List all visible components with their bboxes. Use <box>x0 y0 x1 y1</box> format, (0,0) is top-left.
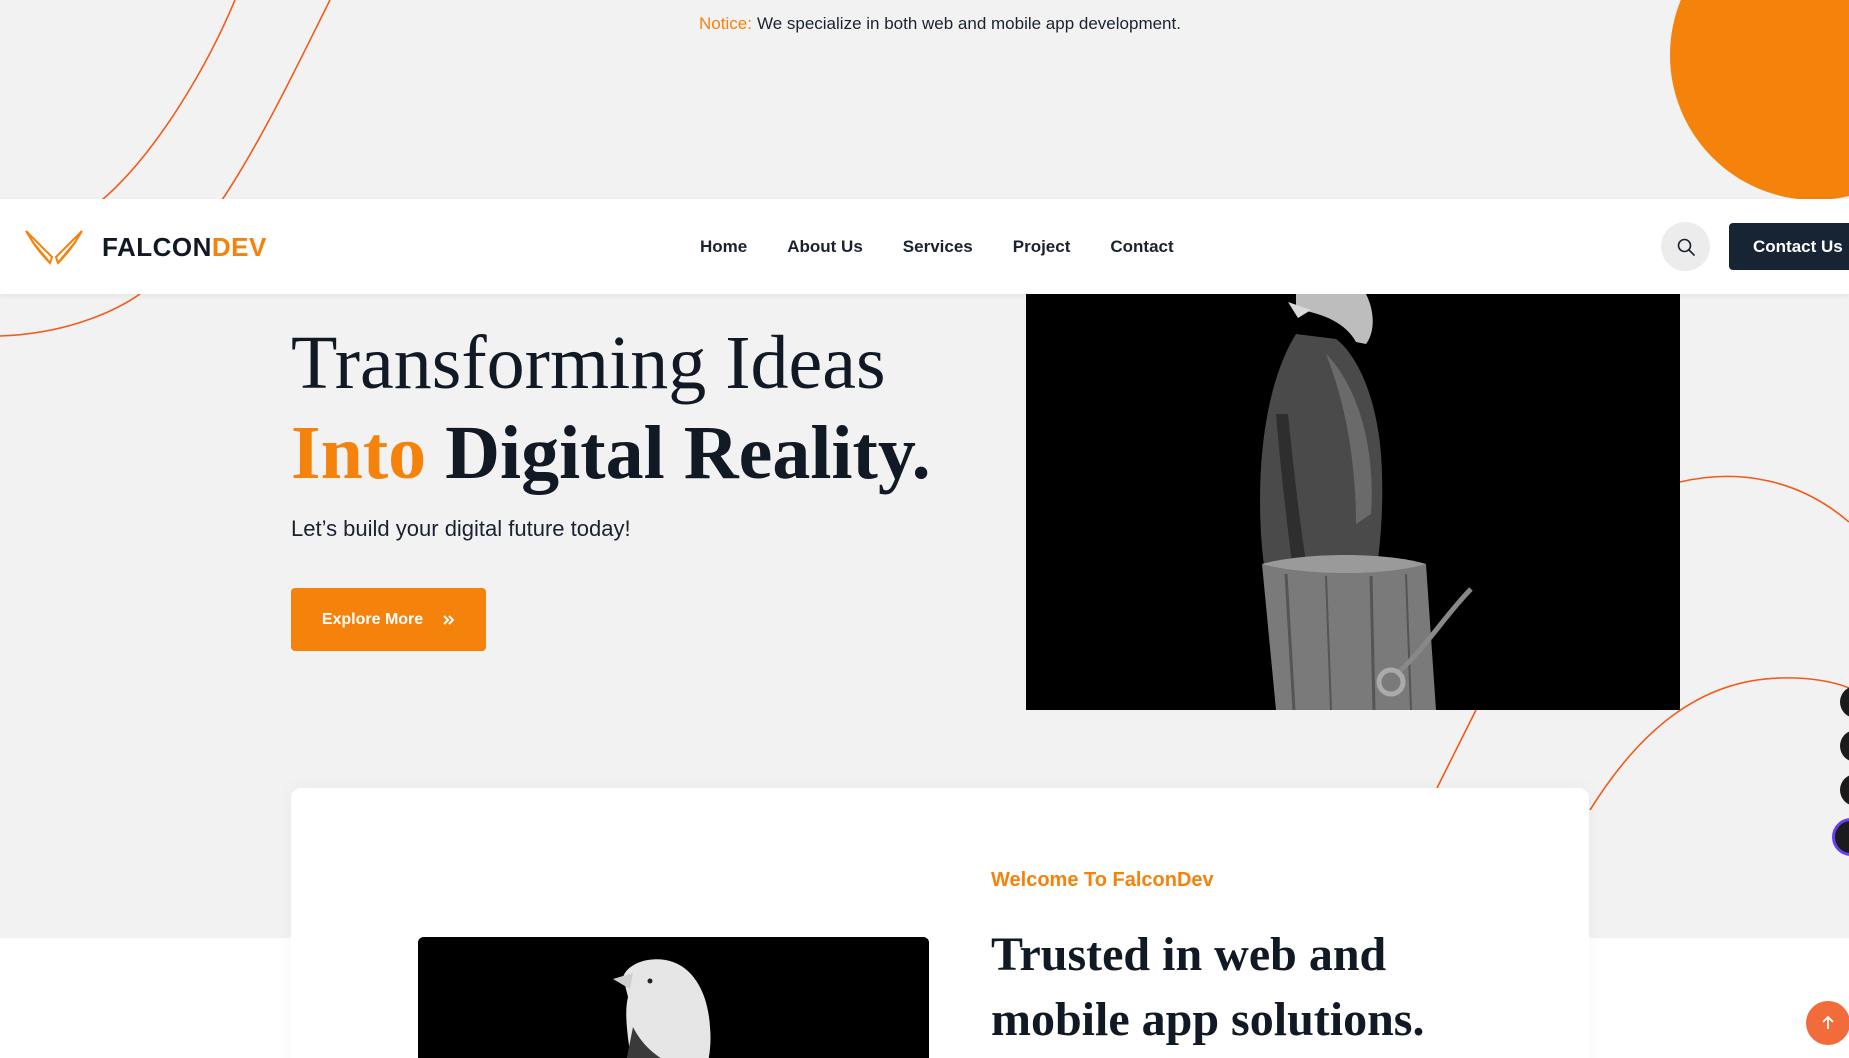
search-button[interactable] <box>1661 222 1710 271</box>
explore-more-label: Explore More <box>321 610 424 628</box>
hero-title-line2: Digital Reality. <box>445 411 931 495</box>
eagle-portrait-photo <box>418 937 929 1058</box>
logo-text-accent: DEV <box>211 231 267 262</box>
nav-menu: Home About Us Services Project Contact <box>700 199 1174 294</box>
nav-item-about-us[interactable]: About Us <box>787 237 863 257</box>
notice-text: We specialize in both web and mobile app… <box>756 14 1181 33</box>
arrow-up-icon <box>1822 1015 1834 1029</box>
hero-eagle-image <box>1026 294 1680 710</box>
floating-social-button[interactable] <box>1840 730 1849 762</box>
about-title-line2: mobile app solutions. <box>991 993 1425 1046</box>
about-title-line1: Trusted in web and <box>991 928 1387 981</box>
contact-us-button[interactable]: Contact Us <box>1729 223 1849 270</box>
page: Notice: We specialize in both web and mob… <box>0 0 1849 1058</box>
hero-title: Transforming Ideas Into Digital Reality. <box>291 318 931 498</box>
nav-item-contact[interactable]: Contact <box>1110 237 1173 257</box>
notice-label: Notice: <box>699 14 752 33</box>
double-chevron-right-icon <box>443 614 455 625</box>
about-eagle-image <box>418 937 929 1058</box>
logo-text-main: FALCON <box>102 231 212 262</box>
about-title: Trusted in web and mobile app solutions. <box>991 922 1424 1052</box>
explore-more-button[interactable]: Explore More <box>291 588 486 651</box>
search-icon <box>1677 238 1695 256</box>
notice-bar: Notice: We specialize in both web and mob… <box>0 14 1849 34</box>
nav-item-services[interactable]: Services <box>903 237 973 257</box>
eagle-on-post-photo <box>1026 294 1680 710</box>
floating-chat-button[interactable] <box>1832 818 1849 856</box>
about-eyebrow: Welcome To FalconDev <box>991 869 1214 891</box>
hero-title-line1: Transforming Ideas <box>291 321 886 405</box>
scroll-to-top-button[interactable] <box>1806 1001 1849 1045</box>
falcon-wings-icon <box>25 230 83 265</box>
logo-text: FALCONDEV <box>102 232 267 263</box>
hero-title-accent: Into <box>291 411 427 495</box>
logo[interactable]: FALCONDEV <box>24 225 267 269</box>
nav-item-project[interactable]: Project <box>1013 237 1071 257</box>
nav-item-home[interactable]: Home <box>700 237 747 257</box>
main-navbar: FALCONDEV Home About Us Services Project… <box>0 199 1849 294</box>
floating-social-button[interactable] <box>1840 686 1849 718</box>
floating-social-button[interactable] <box>1840 774 1849 806</box>
hero-subtitle: Let’s build your digital future today! <box>291 516 631 541</box>
